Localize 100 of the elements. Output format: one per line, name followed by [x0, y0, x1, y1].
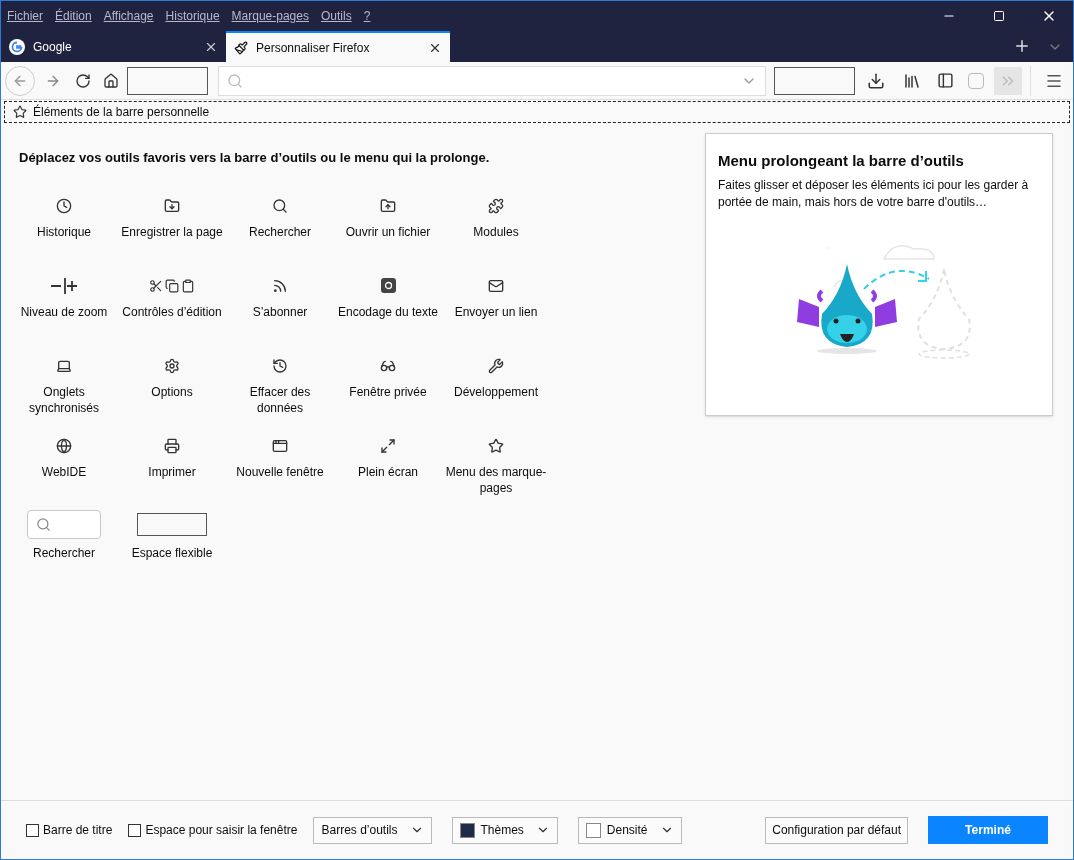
library-icon[interactable]: [903, 71, 921, 90]
palette-item[interactable]: Onglets synchronisés: [10, 349, 118, 430]
search-icon: [227, 72, 243, 89]
item-label: Enregistrer la page: [120, 223, 224, 240]
palette-item[interactable]: Plein écran: [334, 429, 442, 510]
palette-item[interactable]: Encodage du texte: [334, 269, 442, 350]
palette-item[interactable]: Menu des marque-pages: [442, 429, 550, 510]
palette-item[interactable]: Contrôles d’édition: [118, 269, 226, 350]
flexible-space[interactable]: [127, 66, 208, 95]
menu-item[interactable]: Affichage: [103, 7, 154, 25]
item-label: Menu des marque-pages: [444, 463, 548, 496]
home-icon[interactable]: [103, 72, 119, 89]
item-label: Encodage du texte: [336, 303, 440, 320]
new-tab-icon[interactable]: [1013, 37, 1031, 55]
dropdown-button[interactable]: Densité: [577, 816, 682, 844]
dropdown-button[interactable]: Barres d’outils: [313, 816, 432, 844]
palette-item[interactable]: Fenêtre privée: [334, 349, 442, 430]
search-icon: [272, 197, 288, 214]
edit-icon: [149, 278, 195, 293]
item-label: Contrôles d’édition: [121, 303, 223, 320]
palette-item[interactable]: Rechercher: [226, 189, 334, 270]
palette-item[interactable]: Nouvelle fenêtre: [226, 429, 334, 510]
item-label: Ouvrir un fichier: [344, 223, 432, 240]
item-label: Historique: [36, 223, 92, 240]
palette-item[interactable]: Historique: [10, 189, 118, 270]
item-label: Options: [150, 383, 194, 400]
folder-upload-icon: [380, 197, 396, 214]
palette-item[interactable]: Imprimer: [118, 429, 226, 510]
item-label: Modules: [472, 223, 520, 240]
google-logo-icon: [9, 38, 25, 55]
new-window-icon: [272, 437, 288, 454]
item-label: S’abonner: [251, 303, 309, 320]
folder-download-icon: [164, 197, 180, 214]
star-icon: [488, 437, 504, 454]
zoom-icon: [49, 276, 79, 295]
search-icon: [36, 516, 51, 532]
tab-title: Personnaliser Firefox: [256, 39, 371, 57]
density-icon: [585, 822, 601, 838]
tab-title: Google: [33, 38, 73, 56]
reload-icon[interactable]: [75, 72, 91, 89]
panel-title: Menu prolongeant la barre d’outils: [718, 151, 965, 171]
fullscreen-icon: [380, 437, 396, 454]
menu-item[interactable]: Édition: [55, 7, 92, 25]
item-label: Onglets synchronisés: [28, 383, 100, 416]
theme-icon: [459, 822, 475, 838]
item-label: Nouvelle fenêtre: [235, 463, 325, 480]
item-label: Espace flexible: [131, 544, 213, 561]
toolbar-item-label[interactable]: Éléments de la barre personnelle: [33, 103, 210, 121]
menu-item[interactable]: Marque-pages: [231, 7, 309, 25]
menu-item[interactable]: Outils: [320, 7, 352, 25]
checkbox-option[interactable]: Espace pour saisir la fenêtre: [128, 821, 298, 839]
rss-icon: [272, 277, 288, 294]
download-icon[interactable]: [867, 71, 885, 90]
checkbox[interactable]: [128, 823, 142, 837]
browser-tab[interactable]: Google: [1, 31, 226, 62]
item-label: Plein écran: [356, 463, 419, 480]
history-icon: [272, 357, 288, 374]
envelope-icon: [488, 277, 504, 294]
palette-item[interactable]: Modules: [442, 189, 550, 270]
instructions-heading: Déplacez vos outils favoris vers la barre d’outils ou le menu qui la prolonge.: [19, 149, 491, 167]
clock-icon: [56, 197, 72, 214]
menu-item[interactable]: Fichier: [7, 7, 43, 25]
palette-item[interactable]: Ouvrir un fichier: [334, 189, 442, 270]
wrench-icon: [488, 357, 504, 374]
panel-description: Faites glisser et déposer les éléments ici pour les garder à portée de main, mais hors de votre barre d'outils…: [718, 176, 1030, 211]
item-label: Envoyer un lien: [453, 303, 539, 320]
item-label: WebIDE: [40, 463, 88, 480]
item-label: Effacer des données: [248, 383, 312, 416]
palette-item[interactable]: Développement: [442, 349, 550, 430]
palette-item[interactable]: Options: [118, 349, 226, 430]
item-label: Imprimer: [147, 463, 197, 480]
sidebar-icon[interactable]: [937, 72, 954, 89]
search-field[interactable]: [27, 509, 101, 539]
reset-button[interactable]: Configuration par défaut: [765, 816, 908, 844]
checkbox[interactable]: [26, 823, 39, 837]
palette-item[interactable]: Effacer des données: [226, 349, 334, 430]
palette-item[interactable]: Envoyer un lien: [442, 269, 550, 350]
flexible-space[interactable]: [774, 66, 855, 95]
paintbrush-icon: [234, 40, 248, 55]
palette-item[interactable]: Enregistrer la page: [118, 189, 226, 270]
palette-item[interactable]: Niveau de zoom: [10, 269, 118, 350]
printer-icon: [164, 437, 180, 454]
item-label: Rechercher: [33, 544, 95, 561]
item-label: Rechercher: [248, 223, 312, 240]
menu-item[interactable]: ?: [363, 7, 371, 25]
palette-item[interactable]: S’abonner: [226, 269, 334, 350]
bookmark-star-icon[interactable]: [13, 105, 27, 119]
flexible-space[interactable]: [137, 512, 207, 536]
maximize-icon[interactable]: [993, 10, 1005, 22]
item-label: Fenêtre privée: [348, 383, 428, 400]
checkbox-option[interactable]: Barre de titre: [26, 821, 113, 839]
dropdown-button[interactable]: Thèmes: [451, 816, 558, 844]
puzzle-icon: [488, 197, 504, 214]
item-label: Niveau de zoom: [19, 303, 109, 320]
browser-tab[interactable]: Personnaliser Firefox: [226, 31, 450, 62]
palette-item[interactable]: WebIDE: [10, 429, 118, 510]
item-label: Développement: [452, 383, 540, 400]
menu-item[interactable]: Historique: [165, 7, 220, 25]
done-button[interactable]: Terminé: [928, 816, 1048, 844]
globe-icon: [56, 437, 72, 454]
